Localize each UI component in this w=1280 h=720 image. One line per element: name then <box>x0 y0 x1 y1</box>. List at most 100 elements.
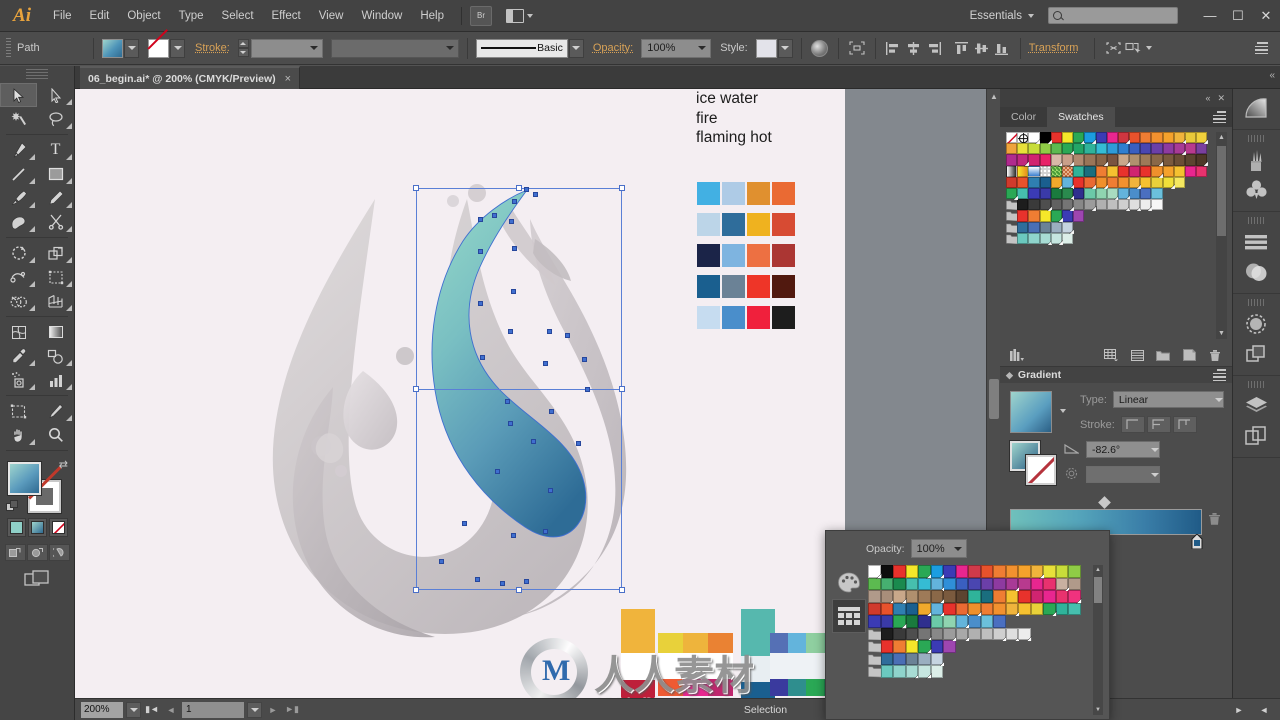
artboard-palette-swatch[interactable] <box>697 306 720 329</box>
popup-scrollbar[interactable]: ▲ ▼ <box>1093 565 1103 715</box>
arrange-documents-button[interactable] <box>506 9 533 23</box>
swatch-color[interactable] <box>1163 154 1174 165</box>
swatch-color[interactable] <box>1018 590 1031 603</box>
artboard-palette-swatch[interactable] <box>722 306 745 329</box>
swatch-color[interactable] <box>1174 154 1185 165</box>
swatch-color[interactable] <box>918 615 931 628</box>
swatch-color[interactable] <box>1107 199 1118 210</box>
tool-free-transform[interactable] <box>37 265 74 289</box>
swatch-color[interactable] <box>931 628 944 641</box>
swatch-color[interactable] <box>1006 578 1019 591</box>
swatch-color[interactable] <box>1163 143 1174 154</box>
swatch-color[interactable] <box>1028 210 1039 221</box>
next-artboard-icon[interactable]: ► <box>265 702 281 718</box>
selection-handle-tr[interactable] <box>619 185 625 191</box>
swatch-color[interactable] <box>943 603 956 616</box>
tool-pen[interactable] <box>0 138 37 162</box>
stroke-label[interactable]: Stroke: <box>195 42 230 54</box>
swatch-libraries-icon[interactable] <box>1004 344 1030 366</box>
swatch-color[interactable] <box>943 628 956 641</box>
tool-gradient[interactable] <box>37 320 74 344</box>
tool-mesh[interactable] <box>0 320 37 344</box>
swatch-none[interactable] <box>1006 132 1017 143</box>
swatch-color[interactable] <box>1129 166 1140 177</box>
swatch-color[interactable] <box>1062 154 1073 165</box>
swatches-scroll-down-icon[interactable]: ▼ <box>1216 328 1227 339</box>
swatch-color[interactable] <box>1096 132 1107 143</box>
scroll-up-icon[interactable]: ▲ <box>987 89 1001 103</box>
menu-object[interactable]: Object <box>118 0 169 32</box>
status-menu-icon[interactable]: ► <box>1231 702 1247 718</box>
swatch-color[interactable] <box>1118 177 1129 188</box>
swatch-color[interactable] <box>1096 177 1107 188</box>
swatch-color[interactable] <box>931 578 944 591</box>
swatch-color[interactable] <box>956 565 969 578</box>
artboard-palette-swatch[interactable] <box>697 244 720 267</box>
swatches-grid[interactable] <box>1006 132 1227 244</box>
swatch-color[interactable] <box>1040 177 1051 188</box>
align-panel-icon[interactable] <box>1233 227 1279 257</box>
swatch-color[interactable] <box>893 578 906 591</box>
color-palette-icon[interactable] <box>832 565 866 599</box>
swatch-color[interactable] <box>1040 132 1051 143</box>
transparency-panel-icon[interactable] <box>1233 257 1279 287</box>
swatch-color[interactable] <box>1084 154 1095 165</box>
swatch-color[interactable] <box>1174 166 1185 177</box>
tool-zoom[interactable] <box>37 423 74 447</box>
swatch-color[interactable] <box>906 578 919 591</box>
swatch-color[interactable] <box>1006 154 1017 165</box>
swatch-color[interactable] <box>906 565 919 578</box>
tool-width[interactable] <box>0 265 37 289</box>
swatch-color[interactable] <box>1073 177 1084 188</box>
fill-swatch[interactable] <box>102 39 123 58</box>
artboard-palette-swatch[interactable] <box>747 275 770 298</box>
swatch-color-group-folder[interactable] <box>868 665 881 678</box>
swatch-color[interactable] <box>893 665 906 678</box>
swatch-color[interactable] <box>881 628 894 641</box>
swatch-color[interactable] <box>1163 132 1174 143</box>
new-swatch-icon[interactable] <box>1176 344 1202 366</box>
swatch-color[interactable] <box>1129 154 1140 165</box>
menu-view[interactable]: View <box>310 0 353 32</box>
swatch-color[interactable] <box>1028 177 1039 188</box>
artboard-palette-swatch[interactable] <box>747 244 770 267</box>
graphic-styles-panel-icon[interactable] <box>1233 339 1279 369</box>
swatch-color[interactable] <box>1028 233 1039 244</box>
swatch-color[interactable] <box>943 565 956 578</box>
artboard-palette-swatch[interactable] <box>772 213 795 236</box>
popup-opacity-field[interactable]: 100% <box>911 539 967 558</box>
swatch-color[interactable] <box>1140 188 1151 199</box>
swatch-color[interactable] <box>906 603 919 616</box>
swatch-color[interactable] <box>918 578 931 591</box>
swatch-color[interactable] <box>1028 188 1039 199</box>
swatch-color[interactable] <box>1006 603 1019 616</box>
swatch-color[interactable] <box>881 565 894 578</box>
swatch-color[interactable] <box>1185 154 1196 165</box>
swatch-color[interactable] <box>1006 628 1019 641</box>
artboard-palette-swatch[interactable] <box>697 213 720 236</box>
swatch-color[interactable] <box>931 603 944 616</box>
gradient-panel-menu-icon[interactable] <box>1213 369 1232 381</box>
opacity-field[interactable]: 100% <box>641 39 711 58</box>
tool-magic-wand[interactable] <box>0 107 37 131</box>
popup-scroll-down-icon[interactable]: ▼ <box>1093 705 1103 715</box>
swatch-pattern-green[interactable] <box>1051 166 1062 177</box>
selection-handle-bm[interactable] <box>516 587 522 593</box>
swatch-color[interactable] <box>1043 565 1056 578</box>
swatch-color[interactable] <box>1174 132 1185 143</box>
artboard-palette-swatch[interactable] <box>697 275 720 298</box>
artboard-palette-swatch[interactable] <box>722 182 745 205</box>
artboard-dropdown-arrow[interactable] <box>247 702 262 718</box>
color-mode-none-button[interactable] <box>49 518 68 537</box>
swatch-color[interactable] <box>1051 154 1062 165</box>
swatch-color[interactable] <box>893 603 906 616</box>
gradient-stroke-within-icon[interactable] <box>1121 416 1145 433</box>
swatch-color[interactable] <box>1056 590 1069 603</box>
artboard-palette-swatch[interactable] <box>772 275 795 298</box>
swatch-color[interactable] <box>1073 199 1084 210</box>
swatch-color[interactable] <box>881 653 894 666</box>
swatch-color[interactable] <box>956 578 969 591</box>
delete-swatch-icon[interactable] <box>1202 344 1228 366</box>
stroke-dropdown-arrow[interactable] <box>170 39 185 58</box>
menu-effect[interactable]: Effect <box>263 0 310 32</box>
